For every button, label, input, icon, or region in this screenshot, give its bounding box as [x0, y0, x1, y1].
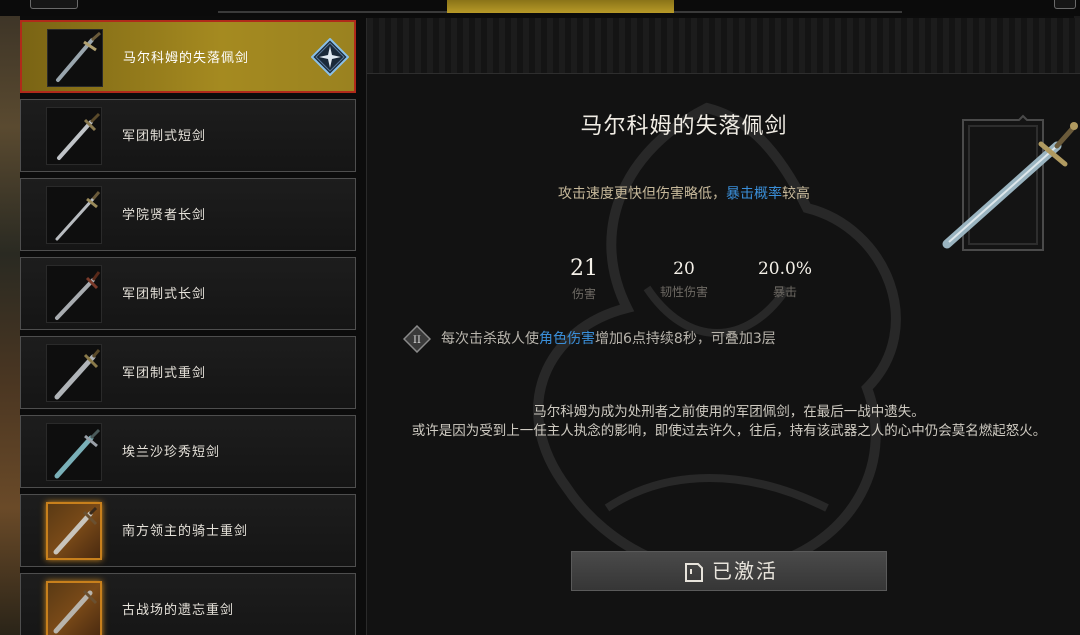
weapon-name: 埃兰沙珍秀短剑: [122, 445, 221, 460]
sword-icon: [54, 349, 101, 400]
crit-chance-keyword[interactable]: 暴击概率: [726, 186, 782, 202]
sword-icon: [53, 589, 98, 634]
character-damage-keyword[interactable]: 角色伤害: [539, 331, 595, 347]
decorative-banner: [367, 18, 1080, 74]
activate-label: 已激活: [712, 559, 778, 583]
stat-crit: 20.0% 暴击: [725, 256, 845, 300]
weapon-thumbnail: [46, 581, 102, 635]
weapon-name: 军团制式重剑: [122, 366, 207, 381]
weapon-name: 南方领主的骑士重剑: [122, 524, 249, 539]
weapon-name: 军团制式长剑: [122, 287, 207, 302]
sword-icon: [53, 506, 98, 555]
tab-1[interactable]: [218, 0, 447, 13]
weapon-portrait: [942, 114, 1078, 251]
activate-button[interactable]: 已激活: [571, 551, 887, 591]
effect-text-pre: 每次击杀敌人使: [441, 331, 539, 347]
dragon-emblem-icon: [533, 102, 901, 579]
effect-badge-text: II: [413, 335, 421, 346]
lore-line: 或许是因为受到上一任主人执念的影响，即使过去许久，往后，持有该武器之人的心中仍会…: [411, 423, 1047, 439]
weapon-thumbnail: [46, 186, 102, 244]
lore-line: 马尔科姆为成为处刑者之前使用的军团佩剑，在最后一战中遗失。: [533, 404, 925, 420]
description-text: 较高: [782, 186, 810, 202]
weapon-thumbnail: [46, 502, 102, 560]
roman-two-diamond-icon[interactable]: II: [403, 325, 431, 353]
weapon-name: 马尔科姆的失落佩剑: [123, 51, 250, 66]
weapon-list-item[interactable]: 马尔科姆的失落佩剑: [20, 20, 356, 93]
tab-prev-button[interactable]: [30, 0, 78, 9]
sword-icon: [55, 271, 101, 320]
effect-text-post: 增加6点持续8秒，可叠加3层: [595, 331, 776, 347]
item-description: 攻击速度更快但伤害略低，暴击概率较高: [367, 183, 1001, 203]
background-scene: [0, 0, 20, 635]
sword-icon: [57, 112, 101, 160]
passive-effect: II 每次击杀敌人使角色伤害增加6点持续8秒，可叠加3层: [403, 322, 1003, 353]
weapon-list-item[interactable]: 军团制式重剑: [20, 336, 356, 409]
weapon-thumbnail: [46, 107, 102, 165]
weapon-detail-panel: 马尔科姆的失落佩剑 攻击速度更快但伤害略低，暴击概率较高 21 伤害 20 韧性…: [366, 18, 1080, 635]
tab-2-active[interactable]: [447, 0, 674, 13]
tab-next-button[interactable]: [1054, 0, 1076, 9]
sword-icon: [56, 31, 101, 82]
weapon-list-item[interactable]: 古战场的遗忘重剑: [20, 573, 356, 635]
tab-bar: [0, 0, 1080, 16]
tab-3[interactable]: [674, 0, 902, 13]
star-diamond-icon: [311, 38, 349, 76]
item-lore: 马尔科姆为成为处刑者之前使用的军团佩剑，在最后一战中遗失。 或许是因为受到上一任…: [397, 403, 1061, 441]
weapon-list-item[interactable]: 埃兰沙珍秀短剑: [20, 415, 356, 488]
weapon-thumbnail: [46, 344, 102, 402]
weapon-list-item[interactable]: 学院贤者长剑: [20, 178, 356, 251]
stat-label: 暴击: [772, 285, 797, 299]
stat-value: 20.0%: [757, 259, 812, 279]
weapon-name: 学院贤者长剑: [122, 208, 207, 223]
sword-icon: [54, 428, 101, 479]
weapon-list-item[interactable]: 军团制式长剑: [20, 257, 356, 330]
weapon-name: 军团制式短剑: [122, 129, 207, 144]
weapon-name: 古战场的遗忘重剑: [122, 603, 235, 618]
effect-text: 每次击杀敌人使角色伤害增加6点持续8秒，可叠加3层: [441, 328, 776, 348]
weapon-list-item[interactable]: 军团制式短剑: [20, 99, 356, 172]
weapon-thumbnail: [47, 29, 103, 87]
description-text: 攻击速度更快但伤害略低，: [558, 186, 726, 202]
weapon-thumbnail: [46, 423, 102, 481]
weapon-list-item[interactable]: 南方领主的骑士重剑: [20, 494, 356, 567]
document-icon: [685, 563, 703, 582]
sword-icon: [55, 191, 101, 241]
weapon-list: 马尔科姆的失落佩剑 军团制式短剑 学院贤者长剑 军团制式长剑 军团制式重剑 埃兰…: [18, 18, 360, 635]
item-title: 马尔科姆的失落佩剑: [580, 114, 788, 139]
weapon-thumbnail: [46, 265, 102, 323]
